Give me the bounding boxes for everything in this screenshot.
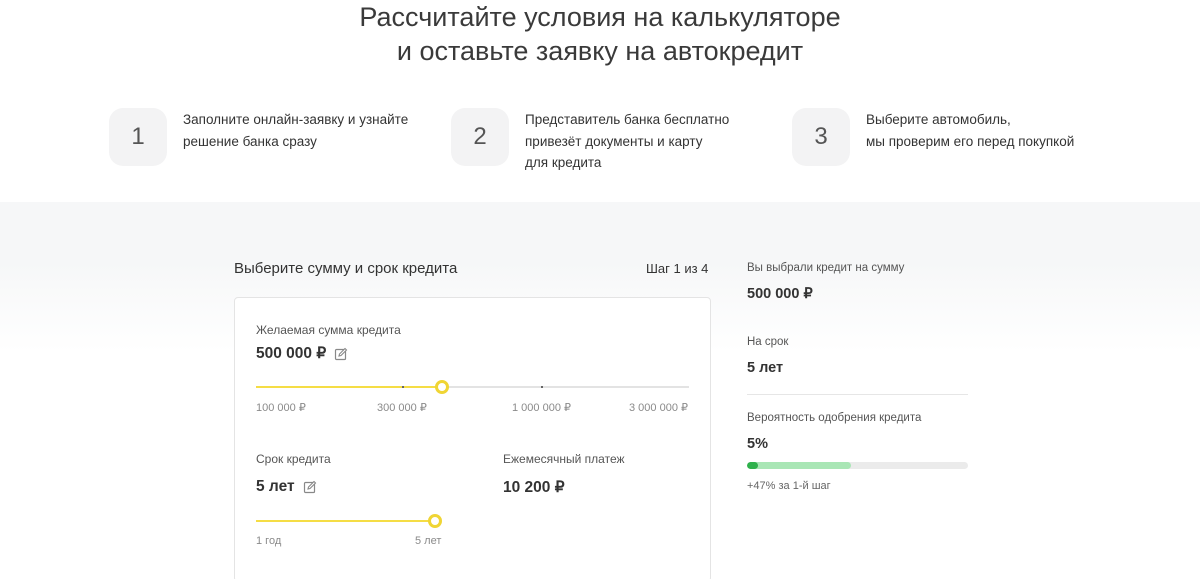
page-title: Рассчитайте условия на калькуляторе и ос… <box>0 0 1200 68</box>
calculator-title: Выберите сумму и срок кредита <box>234 260 458 277</box>
summary-amount-label: Вы выбрали кредит на сумму <box>747 262 905 274</box>
amount-slider-track[interactable] <box>256 380 689 394</box>
probability-progress-bar <box>747 462 968 469</box>
amount-label: Желаемая сумма кредита <box>256 323 401 337</box>
summary-divider <box>747 394 968 395</box>
step-number-badge: 2 <box>451 108 509 166</box>
term-label: Срок кредита <box>256 452 331 466</box>
step-description: Представитель банка бесплатно привезёт д… <box>525 112 730 170</box>
step-number-badge: 1 <box>109 108 167 166</box>
step-number-badge: 3 <box>792 108 850 166</box>
steps-list: 1 Заполните онлайн-заявку и узнайте реше… <box>0 108 1200 170</box>
payment-label: Ежемесячный платеж <box>503 452 625 466</box>
summary-amount-value: 500 000 ₽ <box>747 286 813 302</box>
edit-icon[interactable] <box>303 480 317 494</box>
amount-tick-label: 300 000 ₽ <box>377 402 427 414</box>
probability-potential-fill <box>747 462 851 469</box>
amount-value-field[interactable]: 500 000 ₽ <box>256 344 348 363</box>
step-1: 1 Заполните онлайн-заявку и узнайте реше… <box>109 108 408 166</box>
page: Рассчитайте условия на калькуляторе и ос… <box>0 0 1200 579</box>
amount-slider-handle[interactable] <box>435 380 449 394</box>
amount-tick-label: 1 000 000 ₽ <box>512 402 571 414</box>
step-description: Выберите автомобиль, мы проверим его пер… <box>866 112 1075 149</box>
probability-value: 5% <box>747 436 768 452</box>
term-slider-track[interactable] <box>256 514 442 528</box>
amount-tick-label: 3 000 000 ₽ <box>629 402 688 414</box>
probability-note: +47% за 1-й шаг <box>747 480 831 492</box>
term-value: 5 лет <box>256 478 295 495</box>
probability-label: Вероятность одобрения кредита <box>747 412 922 424</box>
term-slider-fill <box>256 520 435 522</box>
edit-icon[interactable] <box>334 347 348 361</box>
slider-tick <box>541 386 543 388</box>
term-tick-label: 1 год <box>256 535 282 547</box>
amount-slider-fill <box>256 386 442 388</box>
step-indicator: Шаг 1 из 4 <box>646 261 709 276</box>
step-3: 3 Выберите автомобиль, мы проверим его п… <box>792 108 1074 166</box>
probability-current-fill <box>747 462 759 469</box>
term-slider-handle[interactable] <box>428 514 442 528</box>
amount-value: 500 000 ₽ <box>256 345 327 362</box>
step-2: 2 Представитель банка бесплатно привезёт… <box>451 108 729 174</box>
summary-term-label: На срок <box>747 336 789 348</box>
calculator-card: Желаемая сумма кредита 500 000 ₽ 100 000… <box>234 297 711 579</box>
amount-tick-label: 100 000 ₽ <box>256 402 306 414</box>
summary-term-value: 5 лет <box>747 360 784 376</box>
payment-value: 10 200 ₽ <box>503 479 565 496</box>
term-tick-label: 5 лет <box>415 535 442 547</box>
page-title-line-2: и оставьте заявку на автокредит <box>396 36 804 66</box>
term-value-field[interactable]: 5 лет <box>256 478 317 496</box>
slider-tick <box>402 386 404 388</box>
step-description: Заполните онлайн-заявку и узнайте решени… <box>183 112 409 149</box>
page-title-line-1: Рассчитайте условия на калькуляторе <box>359 2 841 32</box>
